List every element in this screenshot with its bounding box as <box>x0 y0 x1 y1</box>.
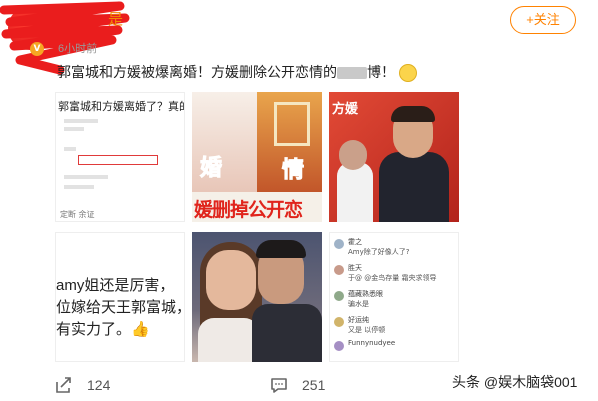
tile4-line-3: 有实力了。👍 <box>56 321 150 338</box>
comment-row: 好运纯 又是 以停顿 <box>332 315 458 341</box>
tile1-footer: 定断 余证 <box>60 210 95 219</box>
share-action[interactable]: 124 <box>55 374 110 396</box>
tile5-woman-face <box>206 250 256 310</box>
tile2-frame <box>274 102 310 146</box>
watermark: 头条 @娱木脑袋001 <box>452 374 578 390</box>
comment-row: 霍之 Amy除了好像人了? <box>332 237 458 263</box>
tile4-text: amy姐还是厉害， 位嫁给天王郭富城， 有实力了。👍 <box>56 275 185 341</box>
tile5-woman-dress <box>198 318 260 362</box>
redacted-word <box>337 67 367 80</box>
tile1-text-line <box>64 119 98 123</box>
comment-count: 251 <box>302 377 326 393</box>
comment-row: Funnynudyee <box>332 339 458 361</box>
tile3-inset-face <box>339 140 367 170</box>
tile1-text-line <box>64 185 94 189</box>
weibo-post: V 是 6小时前 +关注 郭富城和方媛被爆离婚！方媛删除公开恋情的 博！ 郭富城和… <box>0 0 598 401</box>
username[interactable]: 是 <box>108 8 123 29</box>
comment-name: 好运纯 <box>348 316 369 324</box>
comment-avatar <box>334 265 344 275</box>
comment-text: 于@ @金鸟存量 霜央求领导 <box>348 274 437 282</box>
tile1-title: 郭富城和方媛离婚了？真的假的 <box>58 101 184 113</box>
tile1-text-line <box>64 127 84 131</box>
tile3-man-suit <box>379 152 449 222</box>
tile5-man-shirt <box>252 304 322 362</box>
tile3-inset-body <box>337 162 373 222</box>
comment-text: Amy除了好像人了? <box>348 248 410 256</box>
comment-icon <box>271 378 287 393</box>
grid-image-1[interactable]: 郭富城和方媛离婚了？真的假的 定断 余证 <box>55 92 185 222</box>
comment-row: 蕴藏熟悉眼 骗水是 <box>332 289 458 315</box>
comment-name: Funnynudyee <box>348 339 396 347</box>
comment-avatar <box>334 291 344 301</box>
comment-name: 霍之 <box>348 238 362 246</box>
tile3-label: 方媛 <box>332 102 359 117</box>
grid-image-5[interactable] <box>192 232 322 362</box>
comment-avatar <box>334 239 344 249</box>
comment-row: 胜天 于@ @金鸟存量 霜央求领导 <box>332 263 458 289</box>
tile4-line-1: amy姐还是厉害， <box>56 277 175 294</box>
comment-name: 胜天 <box>348 264 362 272</box>
smile-emoji-icon <box>399 64 417 83</box>
post-text-end: 博！ <box>367 64 395 80</box>
comment-avatar <box>334 341 344 351</box>
follow-button[interactable]: +关注 <box>510 6 576 34</box>
image-grid: 郭富城和方媛离婚了？真的假的 定断 余证 婚 情 媛删掉公开恋 方媛 <box>55 92 460 367</box>
post-text-main: 郭富城和方媛被爆离婚！方媛删除公开恋情的 <box>57 64 337 80</box>
tile4-line-2: 位嫁给天王郭富城， <box>56 299 185 316</box>
grid-image-3[interactable]: 方媛 <box>329 92 459 222</box>
post-text: 郭富城和方媛被爆离婚！方媛删除公开恋情的 博！ <box>57 62 417 83</box>
tile1-text-line <box>64 175 108 179</box>
comment-name: 蕴藏熟悉眼 <box>348 290 383 298</box>
tile2-word-right: 情 <box>281 158 305 184</box>
comment-avatar <box>334 317 344 327</box>
tile2-caption: 媛删掉公开恋 <box>194 199 303 221</box>
tile1-text-line <box>64 147 76 151</box>
comment-text: 骗水是 <box>348 300 369 308</box>
comment-text: 又是 以停顿 <box>348 326 386 334</box>
tile1-highlight-box <box>78 155 158 165</box>
tile5-man-hair <box>256 240 306 258</box>
share-count: 124 <box>87 377 111 393</box>
verified-badge-icon: V <box>30 42 44 56</box>
share-icon <box>56 377 71 393</box>
grid-image-2[interactable]: 婚 情 媛删掉公开恋 <box>192 92 322 222</box>
tile2-word-left: 婚 <box>199 156 223 182</box>
grid-image-6[interactable]: 霍之 Amy除了好像人了? 胜天 于@ @金鸟存量 霜央求领导 蕴藏熟悉眼 骗水… <box>329 232 459 362</box>
tile3-man-hair <box>391 106 435 122</box>
grid-image-4[interactable]: amy姐还是厉害， 位嫁给天王郭富城， 有实力了。👍 <box>55 232 185 362</box>
post-timestamp: 6小时前 <box>58 43 98 55</box>
comment-action[interactable]: 251 <box>270 374 325 396</box>
